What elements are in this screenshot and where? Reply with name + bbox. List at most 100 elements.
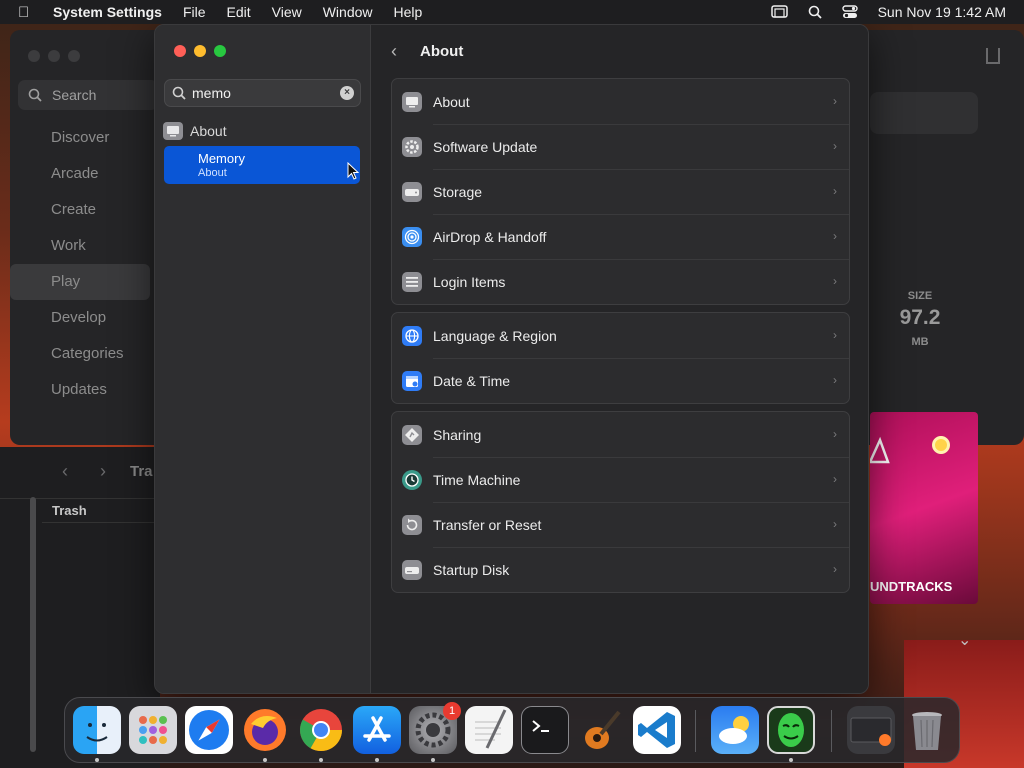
zoom-button[interactable] <box>68 50 80 62</box>
apple-menu-icon[interactable]:  <box>18 4 38 21</box>
finder-column-header[interactable]: Trash <box>42 499 160 523</box>
minimized-window-icon[interactable] <box>847 706 895 754</box>
chevron-down-icon[interactable]: ⌄ <box>958 630 971 650</box>
mouse-cursor-icon <box>347 162 359 180</box>
chevron-right-icon: › <box>833 328 837 342</box>
launchpad-icon[interactable] <box>129 706 177 754</box>
game-screenshot[interactable]: UNDTRACKS <box>870 412 978 604</box>
close-button[interactable] <box>174 45 186 57</box>
search-result-memory-title: Memory <box>198 151 245 166</box>
running-indicator <box>319 758 323 762</box>
spotlight-search-icon[interactable] <box>808 5 822 19</box>
settings-row-transfer-reset[interactable]: Transfer or Reset › <box>392 502 849 547</box>
chevron-right-icon: › <box>833 472 837 486</box>
settings-group-locale: Language & Region › Date & Time › <box>391 312 850 404</box>
terminal-icon[interactable] <box>521 706 569 754</box>
clear-search-icon[interactable]: × <box>340 86 354 100</box>
size-unit: MB <box>911 336 929 348</box>
search-icon <box>172 86 186 100</box>
share-icon[interactable] <box>986 48 1000 64</box>
settings-row-language-region[interactable]: Language & Region › <box>392 313 849 358</box>
menu-window[interactable]: Window <box>323 4 373 20</box>
forward-arrow-icon[interactable]: › <box>100 461 106 482</box>
notification-badge: 1 <box>443 702 461 720</box>
settings-row-label: AirDrop & Handoff <box>433 228 547 245</box>
settings-group-system: Sharing › Time Machine › Transfer or Res… <box>391 411 850 593</box>
safari-icon[interactable] <box>185 706 233 754</box>
running-indicator <box>431 758 435 762</box>
search-icon <box>28 88 42 102</box>
running-indicator <box>95 758 99 762</box>
settings-row-startup-disk[interactable]: Startup Disk › <box>392 547 849 592</box>
settings-row-date-time[interactable]: Date & Time › <box>392 358 849 403</box>
settings-sidebar: memo × About Memory About <box>155 25 371 693</box>
store-search-field[interactable]: Search <box>18 80 158 110</box>
store-nav-discover[interactable]: Discover <box>10 120 150 156</box>
settings-row-software-update[interactable]: Software Update › <box>392 124 849 169</box>
settings-row-storage[interactable]: Storage › <box>392 169 849 214</box>
display-icon <box>163 122 183 140</box>
settings-row-label: Storage <box>433 183 483 200</box>
screen-mirroring-icon[interactable] <box>770 5 788 19</box>
menu-bar:  System Settings File Edit View Window … <box>0 0 1024 24</box>
firefox-icon[interactable] <box>241 706 289 754</box>
trash-icon[interactable] <box>903 706 951 754</box>
orb-icon <box>932 436 950 454</box>
vscode-icon[interactable] <box>633 706 681 754</box>
chevron-right-icon: › <box>833 517 837 531</box>
chevron-right-icon: › <box>833 139 837 153</box>
store-nav-arcade[interactable]: Arcade <box>10 156 150 192</box>
garageband-icon[interactable] <box>577 706 625 754</box>
settings-search-field[interactable]: memo × <box>164 79 361 107</box>
settings-row-label: Startup Disk <box>433 561 510 578</box>
dock-separator <box>831 710 832 752</box>
game-art-text: UNDTRACKS <box>870 579 953 594</box>
size-value: 97.2 <box>899 306 941 329</box>
store-nav-updates[interactable]: Updates <box>10 372 150 408</box>
gear-icon <box>402 136 422 157</box>
control-center-icon[interactable] <box>841 5 858 19</box>
settings-row-about[interactable]: About › <box>392 79 849 124</box>
hacker-mask-icon[interactable] <box>767 706 815 754</box>
search-result-about[interactable]: About <box>163 119 363 143</box>
menu-clock[interactable]: Sun Nov 19 1:42 AM <box>878 4 1006 20</box>
menu-help[interactable]: Help <box>394 4 423 20</box>
system-settings-icon[interactable]: 1 <box>409 702 461 754</box>
close-button[interactable] <box>28 50 40 62</box>
search-result-memory[interactable]: Memory About <box>164 146 360 184</box>
store-nav-play[interactable]: Play <box>10 264 150 300</box>
minimize-button[interactable] <box>194 45 206 57</box>
settings-row-sharing[interactable]: Sharing › <box>392 412 849 457</box>
settings-row-time-machine[interactable]: Time Machine › <box>392 457 849 502</box>
minimize-button[interactable] <box>48 50 60 62</box>
back-chevron-icon[interactable]: ‹ <box>391 41 411 62</box>
settings-group-general: About › Software Update › Storage › AirD… <box>391 78 850 305</box>
settings-row-label: Language & Region <box>433 327 557 344</box>
menu-app-name[interactable]: System Settings <box>53 4 162 20</box>
finder-icon[interactable] <box>73 706 121 754</box>
chrome-icon[interactable] <box>297 706 345 754</box>
reset-icon <box>402 514 422 535</box>
menu-file[interactable]: File <box>183 4 206 20</box>
menu-view[interactable]: View <box>272 4 302 20</box>
menu-edit[interactable]: Edit <box>227 4 251 20</box>
settings-row-airdrop-handoff[interactable]: AirDrop & Handoff › <box>392 214 849 259</box>
textedit-icon[interactable] <box>465 706 513 754</box>
settings-search-input[interactable]: memo <box>192 85 231 101</box>
finder-scrollbar[interactable] <box>30 497 36 752</box>
settings-row-label: Login Items <box>433 273 506 290</box>
weather-icon[interactable] <box>711 706 759 754</box>
dock: 1 <box>64 697 960 763</box>
dock-separator <box>695 710 696 752</box>
store-nav-categories[interactable]: Categories <box>10 336 150 372</box>
get-button-area[interactable] <box>870 92 978 134</box>
store-nav-work[interactable]: Work <box>10 228 150 264</box>
store-nav-create[interactable]: Create <box>10 192 150 228</box>
app-store-icon[interactable] <box>353 706 401 754</box>
store-sidebar: Discover Arcade Create Work Play Develop… <box>10 120 150 408</box>
store-nav-develop[interactable]: Develop <box>10 300 150 336</box>
settings-row-label: About <box>433 93 470 110</box>
zoom-button[interactable] <box>214 45 226 57</box>
back-arrow-icon[interactable]: ‹ <box>62 461 68 482</box>
settings-row-login-items[interactable]: Login Items › <box>392 259 849 304</box>
